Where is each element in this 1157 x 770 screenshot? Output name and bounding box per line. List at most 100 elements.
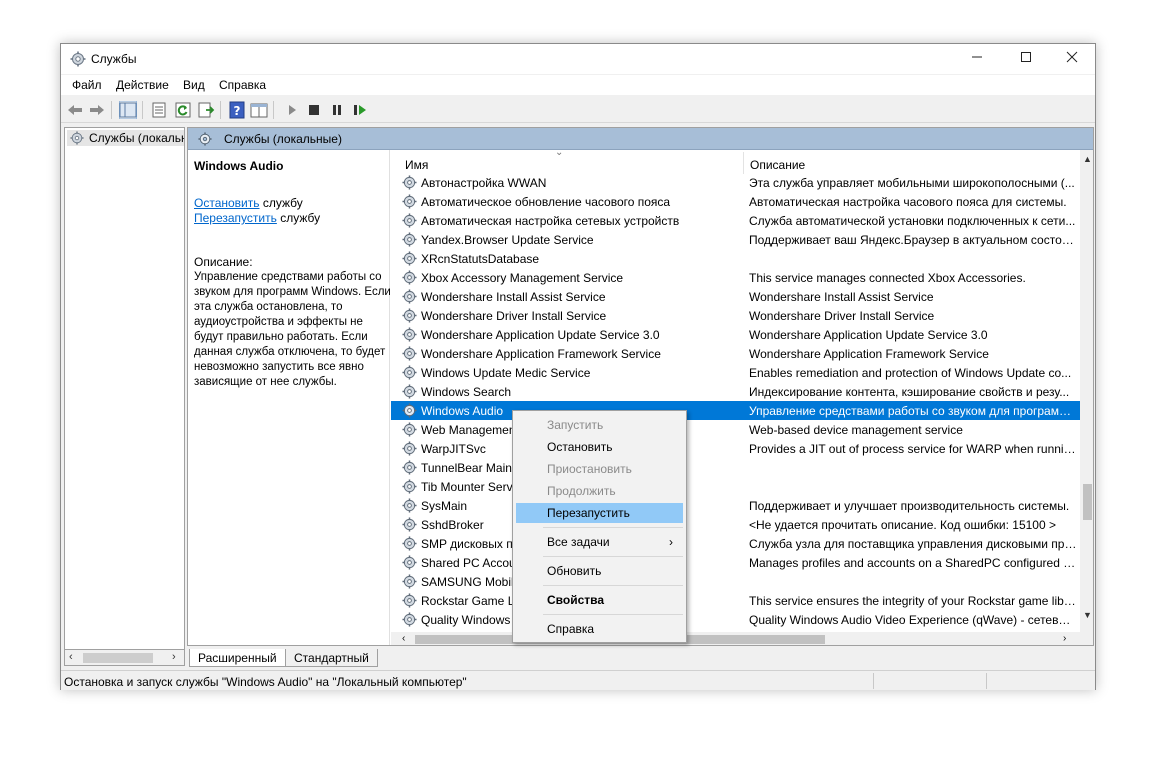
table-row[interactable]: Xbox Accessory Management Service This se… <box>391 268 1081 287</box>
scroll-left-icon[interactable]: ‹ <box>69 651 73 663</box>
status-text: Остановка и запуск службы "Windows Audio… <box>64 675 467 689</box>
table-row[interactable]: Shared PC Accou Manages profiles and acco… <box>391 553 1081 572</box>
table-row[interactable]: Wondershare Install Assist Service Wonder… <box>391 287 1081 306</box>
table-row[interactable]: Yandex.Browser Update Service Поддерживае… <box>391 230 1081 249</box>
table-row[interactable]: Web Managemen Web-based device management… <box>391 420 1081 439</box>
table-row[interactable]: XRcnStatutsDatabase <box>391 249 1081 268</box>
table-row[interactable]: Tib Mounter Serv <box>391 477 1081 496</box>
menu-file[interactable]: Файл <box>72 78 102 92</box>
properties-sheet-icon[interactable] <box>150 101 168 119</box>
services-gear-icon <box>70 131 84 145</box>
scroll-up-icon[interactable]: ▲ <box>1083 154 1092 164</box>
menu-item-stop[interactable]: Остановить <box>516 437 683 457</box>
service-name: SysMain <box>421 499 468 513</box>
menu-item-pause[interactable]: Приостановить <box>516 459 683 479</box>
maximize-icon <box>1021 52 1031 62</box>
table-row[interactable]: Rockstar Game Li This service ensures the… <box>391 591 1081 610</box>
restart-service-link[interactable]: Перезапустить <box>194 211 277 225</box>
scroll-right-icon[interactable]: › <box>172 651 176 663</box>
forward-arrow-icon[interactable] <box>88 101 106 119</box>
menu-item-properties[interactable]: Свойства <box>516 590 683 610</box>
table-row[interactable]: Windows Update Medic Service Enables reme… <box>391 363 1081 382</box>
menu-item-all-tasks[interactable]: Все задачи › <box>516 532 683 552</box>
menu-separator <box>543 556 683 557</box>
stop-service-suffix: службу <box>259 196 303 210</box>
menu-item-resume[interactable]: Продолжить <box>516 481 683 501</box>
service-gear-icon <box>402 555 417 570</box>
refresh-icon[interactable] <box>174 101 192 119</box>
table-row[interactable]: SshdBroker <Не удается прочитать описание… <box>391 515 1081 534</box>
service-name: TunnelBear Main <box>421 461 512 475</box>
console-tree-icon[interactable] <box>119 101 137 119</box>
menu-view[interactable]: Вид <box>183 78 205 92</box>
menu-item-refresh[interactable]: Обновить <box>516 561 683 581</box>
table-row[interactable]: Wondershare Application Update Service 3… <box>391 325 1081 344</box>
description-label: Описание: <box>194 255 253 269</box>
left-horizontal-scrollbar[interactable]: ‹ › <box>64 649 185 666</box>
service-gear-icon <box>402 232 417 247</box>
back-arrow-icon[interactable] <box>66 101 84 119</box>
table-row[interactable]: SysMain Поддерживает и улучшает производи… <box>391 496 1081 515</box>
service-name: Автонастройка WWAN <box>421 176 547 190</box>
menu-item-restart[interactable]: Перезапустить <box>516 503 683 523</box>
restart-service-icon[interactable] <box>351 101 369 119</box>
service-description: Управление средствами работы со звуком д… <box>749 404 1077 418</box>
service-gear-icon <box>402 403 417 418</box>
service-name: Tib Mounter Serv <box>421 480 513 494</box>
menu-item-start[interactable]: Запустить <box>516 415 683 435</box>
service-name: WarpJITSvc <box>421 442 486 456</box>
tab-standard[interactable]: Стандартный <box>285 649 378 667</box>
maximize-button[interactable] <box>1003 44 1049 74</box>
table-row[interactable]: Quality Windows Quality Windows Audio Vid… <box>391 610 1081 629</box>
service-description-text: Управление средствами работы со звуком д… <box>194 271 391 388</box>
close-button[interactable] <box>1049 44 1095 74</box>
table-row[interactable]: Автоматическое обновление часового пояса… <box>391 192 1081 211</box>
service-name: Windows Update Medic Service <box>421 366 591 380</box>
service-name: Xbox Accessory Management Service <box>421 271 624 285</box>
table-row[interactable]: TunnelBear Main <box>391 458 1081 477</box>
menu-help[interactable]: Справка <box>219 78 266 92</box>
scroll-down-icon[interactable]: ▼ <box>1083 610 1092 620</box>
service-gear-icon <box>402 365 417 380</box>
scroll-thumb[interactable] <box>1083 484 1092 520</box>
help-icon[interactable]: ? <box>228 101 246 119</box>
stop-service-link[interactable]: Остановить <box>194 196 260 210</box>
menu-action[interactable]: Действие <box>116 78 169 92</box>
service-gear-icon <box>402 536 417 551</box>
table-row[interactable]: Автоматическая настройка сетевых устройс… <box>391 211 1081 230</box>
start-service-icon[interactable] <box>283 101 301 119</box>
service-description: Эта служба управляет мобильными широкопо… <box>749 176 1075 190</box>
context-menu: Запустить Остановить Приостановить Продо… <box>512 410 687 643</box>
column-divider[interactable] <box>743 152 744 174</box>
service-description: Wondershare Driver Install Service <box>749 309 935 323</box>
column-header-description[interactable]: Описание <box>750 158 805 172</box>
table-row[interactable]: Wondershare Application Framework Servic… <box>391 344 1081 363</box>
column-header-name[interactable]: Имя <box>405 158 428 172</box>
stop-service-icon[interactable] <box>305 101 323 119</box>
table-row[interactable]: Windows Search Индексирование контента, к… <box>391 382 1081 401</box>
menu-item-help[interactable]: Справка <box>516 619 683 639</box>
table-row[interactable]: Wondershare Driver Install Service Wonder… <box>391 306 1081 325</box>
tree-item-services-local[interactable]: Службы (локальные) <box>67 130 184 146</box>
service-gear-icon <box>402 422 417 437</box>
table-row[interactable]: SMP дисковых п Служба узла для поставщика… <box>391 534 1081 553</box>
scroll-left-icon[interactable]: ‹ <box>402 633 405 644</box>
table-row[interactable]: Автонастройка WWAN Эта служба управляет м… <box>391 173 1081 192</box>
scroll-right-icon[interactable]: › <box>1063 633 1066 644</box>
list-horizontal-scrollbar[interactable]: ‹ › <box>391 632 1081 645</box>
tab-extended[interactable]: Расширенный <box>189 649 286 667</box>
show-hide-pane-icon[interactable] <box>250 101 268 119</box>
service-gear-icon <box>402 289 417 304</box>
minimize-icon <box>972 56 982 58</box>
pause-service-icon[interactable] <box>328 101 346 119</box>
export-list-icon[interactable] <box>197 101 215 119</box>
list-vertical-scrollbar[interactable]: ▲ ▼ <box>1080 150 1093 645</box>
minimize-button[interactable] <box>954 44 1000 74</box>
table-row[interactable]: Windows Audio Управление средствами работ… <box>391 401 1081 420</box>
service-gear-icon <box>402 327 417 342</box>
sort-chevron-icon: ⌄ <box>555 147 564 158</box>
service-name: Windows Audio <box>421 404 504 418</box>
table-row[interactable]: WarpJITSvc Provides a JIT out of process … <box>391 439 1081 458</box>
scroll-thumb[interactable] <box>83 653 153 663</box>
table-row[interactable]: SAMSUNG Mobil <box>391 572 1081 591</box>
